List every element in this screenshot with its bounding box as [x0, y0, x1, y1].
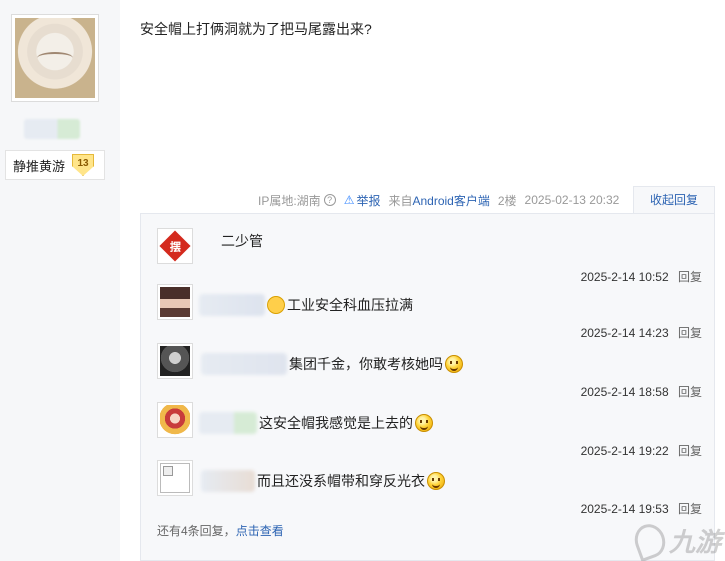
reply-time: 2025-2-14 19:22	[580, 444, 669, 458]
smile-icon	[415, 414, 433, 432]
watermark-text: 九游	[668, 527, 721, 557]
reply-username[interactable]: 二少管	[221, 231, 263, 251]
reply-meta: 2025-2-14 19:53 回复	[581, 500, 702, 517]
reply-username-blurred[interactable]	[199, 412, 257, 434]
emoji-icon	[267, 296, 285, 314]
author-tag-label: 静推黄游	[13, 158, 66, 174]
more-replies: 还有4条回复，点击查看	[157, 522, 284, 539]
report-label: 举报	[356, 193, 381, 208]
warning-icon: ⚠	[343, 193, 355, 207]
author-column: 静推黄游 13	[0, 0, 120, 561]
seal-icon: 摆	[159, 230, 191, 262]
report-link[interactable]: ⚠ 举报	[344, 192, 381, 209]
reply-text: 而且还没系帽带和穿反光衣	[257, 473, 425, 489]
list-item: 而且还没系帽带和穿反光衣 2025-2-14 19:53 回复	[157, 460, 702, 516]
post-content: 安全帽上打俩洞就为了把马尾露出来?	[140, 21, 372, 37]
broken-image-icon	[160, 463, 190, 493]
avatar-image	[160, 287, 190, 317]
reply-content: 这安全帽我感觉是上去的	[199, 412, 433, 434]
floor-number: 2楼	[497, 193, 517, 208]
reply-username-blurred[interactable]	[201, 470, 255, 492]
reply-username-blurred[interactable]	[199, 294, 265, 316]
reply-text: 工业安全科血压拉满	[287, 297, 413, 313]
reply-time: 2025-2-14 19:53	[580, 502, 669, 516]
ip-location-text: IP属地:湖南	[258, 193, 321, 208]
logo-icon	[630, 519, 670, 561]
list-item: 集团千金，你敢考核她吗 2025-2-14 18:58 回复	[157, 343, 702, 399]
reply-username-blurred[interactable]	[201, 353, 287, 375]
reply-content: 二少管	[221, 231, 263, 251]
reply-meta: 2025-2-14 10:52 回复	[581, 268, 702, 285]
reply-button[interactable]: 回复	[678, 385, 702, 399]
list-item: 这安全帽我感觉是上去的 2025-2-14 19:22 回复	[157, 402, 702, 458]
author-name-blurred[interactable]	[24, 119, 80, 139]
list-item: 工业安全科血压拉满 2025-2-14 14:23 回复	[157, 284, 702, 340]
avatar-image	[160, 405, 190, 435]
reply-meta: 2025-2-14 19:22 回复	[581, 442, 702, 459]
post-source: 来自 Android客户端	[388, 192, 489, 209]
reply-time: 2025-2-14 14:23	[580, 326, 669, 340]
reply-content: 工业安全科血压拉满	[199, 294, 413, 316]
reply-avatar[interactable]	[157, 343, 193, 379]
reply-time: 2025-2-14 18:58	[580, 385, 669, 399]
reply-list: 摆 二少管 2025-2-14 10:52 回复 工业安全科血压拉满 2025-…	[140, 213, 715, 561]
reply-avatar[interactable]	[157, 460, 193, 496]
source-prefix: 来自	[388, 193, 413, 208]
reply-content: 而且还没系帽带和穿反光衣	[201, 470, 445, 492]
list-item: 摆 二少管 2025-2-14 10:52 回复	[157, 228, 702, 284]
watermark-logo: 九游	[630, 519, 721, 561]
reply-button[interactable]: 回复	[678, 444, 702, 458]
avatar-image	[160, 346, 190, 376]
reply-text: 集团千金，你敢考核她吗	[289, 356, 443, 372]
ip-location: IP属地:湖南 ?	[258, 192, 336, 209]
reply-button[interactable]: 回复	[678, 326, 702, 340]
reply-avatar[interactable]	[157, 284, 193, 320]
smile-icon	[445, 355, 463, 373]
source-link[interactable]: Android客户端	[412, 192, 489, 209]
reply-button[interactable]: 回复	[678, 270, 702, 284]
author-avatar-image	[15, 18, 95, 98]
more-replies-text: 还有4条回复，	[157, 524, 236, 538]
reply-avatar[interactable]	[157, 402, 193, 438]
author-forum-tag[interactable]: 静推黄游 13	[5, 150, 105, 180]
reply-meta: 2025-2-14 18:58 回复	[581, 383, 702, 400]
reply-content: 集团千金，你敢考核她吗	[201, 353, 463, 375]
reply-meta: 2025-2-14 14:23 回复	[581, 324, 702, 341]
reply-button[interactable]: 回复	[678, 502, 702, 516]
smile-icon	[427, 472, 445, 490]
post-time: 2025-02-13 20:32	[524, 193, 620, 207]
help-icon[interactable]: ?	[323, 194, 336, 206]
level-badge: 13	[72, 154, 94, 176]
reply-avatar[interactable]: 摆	[157, 228, 193, 264]
view-more-link[interactable]: 点击查看	[236, 524, 284, 538]
collapse-replies-button[interactable]: 收起回复	[633, 186, 715, 214]
post-meta: IP属地:湖南 ? ⚠ 举报 来自 Android客户端 2楼 2025-02-…	[258, 192, 627, 208]
reply-text: 这安全帽我感觉是上去的	[259, 415, 413, 431]
author-avatar[interactable]	[11, 14, 99, 102]
reply-time: 2025-2-14 10:52	[580, 270, 669, 284]
avatar-image: 摆	[159, 230, 191, 262]
